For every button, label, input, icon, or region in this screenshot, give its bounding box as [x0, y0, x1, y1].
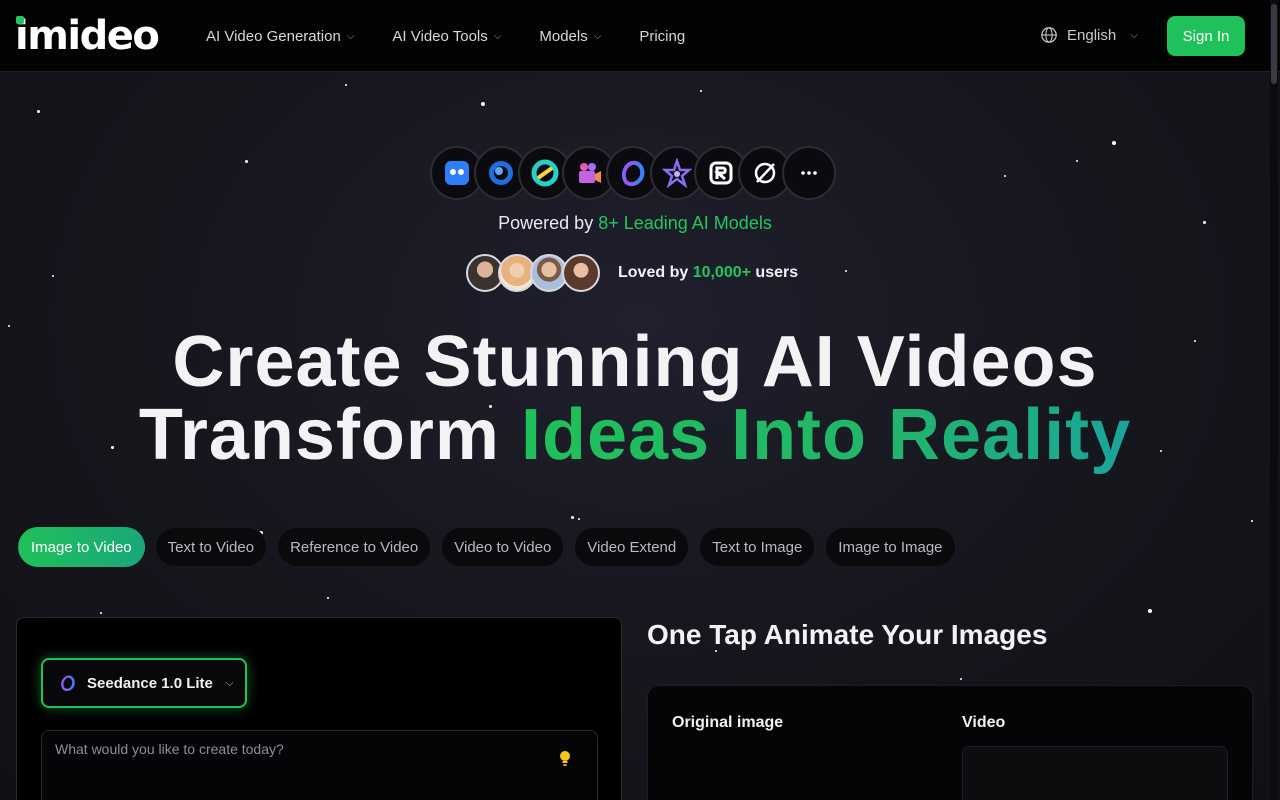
top-header: iimideomideo AI Video Generation ⌵ AI Vid…	[0, 0, 1280, 72]
language-label: English	[1067, 26, 1117, 44]
chevron-down-icon: ⌵	[493, 30, 502, 42]
tab-text-to-image[interactable]: Text to Image	[699, 527, 816, 567]
loved-by-row: Loved by 10,000+ users	[466, 254, 798, 292]
page-scrollbar[interactable]	[1270, 0, 1278, 800]
nav-models[interactable]: Models ⌵	[539, 28, 601, 45]
globe-icon	[1041, 27, 1057, 43]
chevron-down-icon: ⌵	[225, 677, 234, 689]
more-models-icon[interactable]	[782, 146, 836, 200]
loved-highlight: 10,000+	[692, 264, 751, 281]
generator-panel: Seedance 1.0 Lite ⌵	[16, 617, 622, 800]
showcase-panel: Original image Video	[647, 685, 1253, 800]
tab-video-to-video[interactable]: Video to Video	[441, 527, 565, 567]
model-select-dropdown[interactable]: Seedance 1.0 Lite ⌵	[41, 658, 247, 708]
nav-ai-video-generation[interactable]: AI Video Generation ⌵	[206, 28, 354, 45]
chevron-down-icon: ⌵	[1130, 29, 1138, 41]
powered-prefix: Powered by	[498, 213, 599, 233]
tab-image-to-video[interactable]: Image to Video	[18, 527, 145, 567]
nav-ai-video-tools[interactable]: AI Video Tools ⌵	[392, 28, 501, 45]
seedance-icon	[61, 675, 75, 692]
hero-title-plain: Transform	[138, 395, 521, 475]
nav-label: Pricing	[639, 27, 686, 45]
loved-by-text: Loved by 10,000+ users	[618, 264, 798, 282]
lightbulb-icon[interactable]	[557, 749, 573, 769]
imideo-logo[interactable]: iimideomideo	[15, 14, 160, 58]
tab-reference-to-video[interactable]: Reference to Video	[277, 527, 432, 567]
main-nav: AI Video Generation ⌵ AI Video Tools ⌵ Mod…	[206, 0, 723, 72]
generation-mode-tabs: Image to Video Text to Video Reference t…	[18, 527, 966, 567]
powered-highlight: 8+ Leading AI Models	[598, 213, 772, 233]
language-selector[interactable]: English ⌵	[1040, 26, 1138, 44]
model-name: Seedance 1.0 Lite	[87, 674, 213, 692]
nav-label: AI Video Tools	[392, 27, 488, 45]
showcase-title: One Tap Animate Your Images	[647, 619, 1048, 650]
chevron-down-icon: ⌵	[346, 30, 355, 42]
loved-prefix: Loved by	[618, 264, 693, 281]
powered-by-text: Powered by 8+ Leading AI Models	[0, 213, 1270, 234]
loved-suffix: users	[750, 264, 799, 281]
nav-pricing[interactable]: Pricing	[639, 28, 685, 45]
hero-title-line2: Transform Ideas Into Reality	[0, 395, 1270, 475]
prompt-input[interactable]	[55, 741, 584, 800]
avatar	[562, 254, 600, 292]
tab-video-extend[interactable]: Video Extend	[574, 527, 690, 567]
nav-label: AI Video Generation	[206, 27, 341, 45]
video-preview[interactable]	[962, 746, 1228, 800]
hero-title-highlight: Ideas Into Reality	[520, 395, 1132, 475]
tab-image-to-image[interactable]: Image to Image	[825, 527, 956, 567]
model-icons-row	[430, 146, 836, 200]
tab-text-to-video[interactable]: Text to Video	[154, 527, 268, 567]
hero-title-line1: Create Stunning AI Videos	[172, 322, 1098, 402]
prompt-box	[41, 730, 598, 800]
original-image-label: Original image	[672, 714, 784, 731]
scrollbar-thumb[interactable]	[1271, 4, 1277, 84]
sign-in-button[interactable]: Sign In	[1167, 16, 1245, 56]
nav-label: Models	[539, 27, 588, 45]
chevron-down-icon: ⌵	[593, 30, 602, 42]
video-label: Video	[962, 714, 1006, 731]
